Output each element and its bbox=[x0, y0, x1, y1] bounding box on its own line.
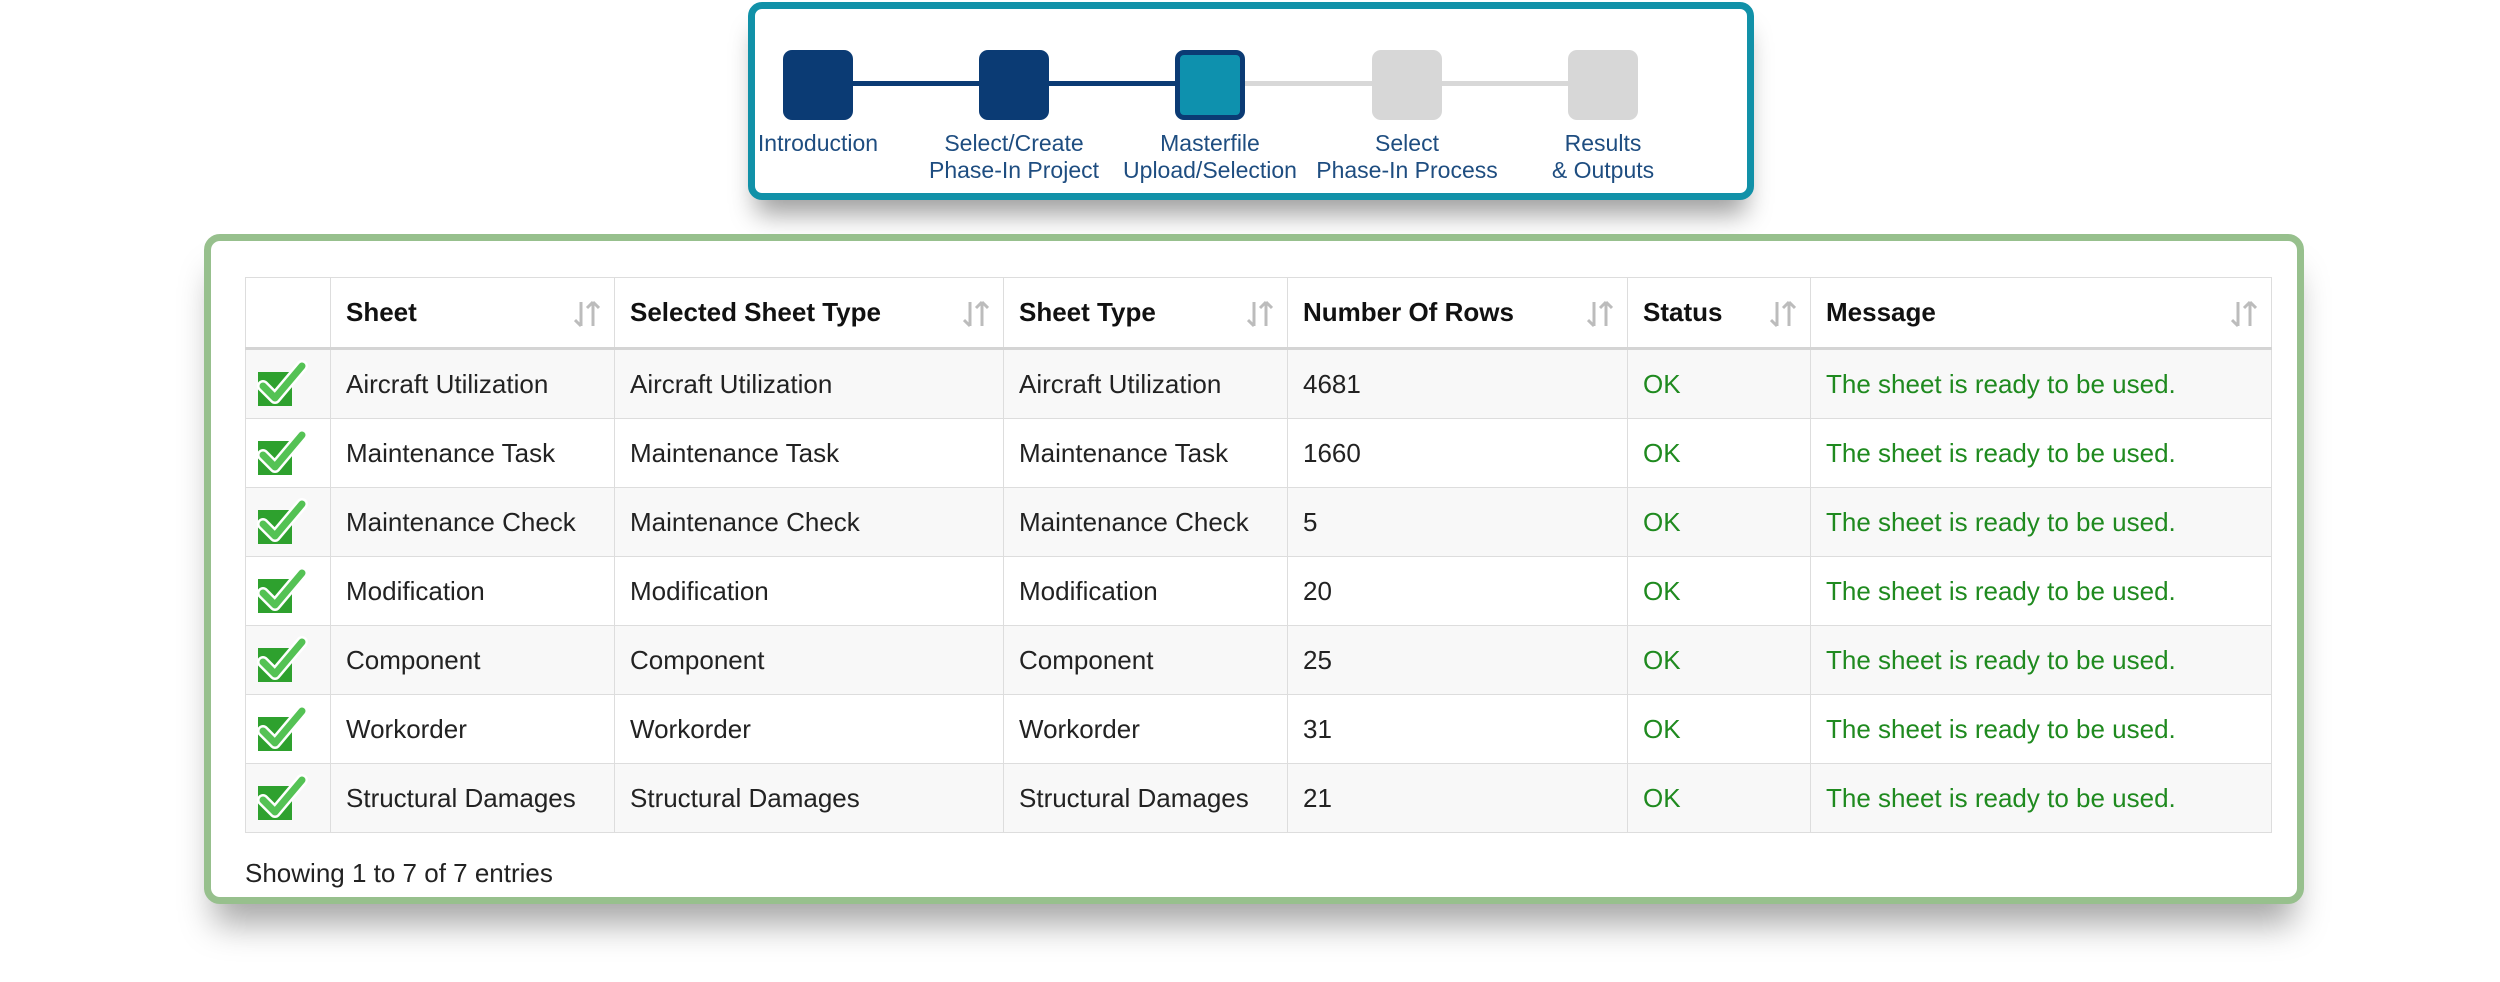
checkmark-icon bbox=[256, 498, 320, 546]
table-row[interactable]: Maintenance Task Maintenance Task Maintena… bbox=[245, 418, 2272, 488]
column-header-number-of-rows[interactable]: Number Of Rows bbox=[1287, 277, 1628, 350]
cell-selected-sheet-type: Maintenance Task bbox=[614, 418, 1004, 488]
step-label: Select Phase-In Process bbox=[1316, 130, 1498, 183]
step-marker bbox=[1568, 50, 1638, 120]
cell-status: OK bbox=[1627, 625, 1811, 695]
row-status-cell bbox=[245, 694, 331, 764]
table-row[interactable]: Maintenance Check Maintenance Check Mainte… bbox=[245, 487, 2272, 557]
table-row[interactable]: Component Component Component 25 OK The sheet… bbox=[245, 625, 2272, 695]
cell-sheet-type: Maintenance Task bbox=[1003, 418, 1288, 488]
cell-message: The sheet is ready to be used. bbox=[1810, 348, 2272, 419]
sort-icon bbox=[1770, 300, 1796, 328]
table-info: Showing 1 to 7 of 7 entries bbox=[245, 858, 553, 888]
cell-status: OK bbox=[1627, 418, 1811, 488]
sort-icon bbox=[574, 300, 600, 328]
sort-icon bbox=[963, 300, 989, 328]
cell-message: The sheet is ready to be used. bbox=[1810, 556, 2272, 626]
cell-number-of-rows: 25 bbox=[1287, 625, 1628, 695]
cell-status: OK bbox=[1627, 556, 1811, 626]
cell-selected-sheet-type: Structural Damages bbox=[614, 763, 1004, 833]
cell-status: OK bbox=[1627, 694, 1811, 764]
checkmark-icon bbox=[256, 360, 320, 408]
table-row[interactable]: Modification Modification Modification 20 OK… bbox=[245, 556, 2272, 626]
row-status-cell bbox=[245, 418, 331, 488]
step-marker bbox=[979, 50, 1049, 120]
cell-sheet: Workorder bbox=[330, 694, 615, 764]
cell-selected-sheet-type: Maintenance Check bbox=[614, 487, 1004, 557]
row-status-cell bbox=[245, 556, 331, 626]
cell-selected-sheet-type: Component bbox=[614, 625, 1004, 695]
cell-number-of-rows: 31 bbox=[1287, 694, 1628, 764]
cell-selected-sheet-type: Modification bbox=[614, 556, 1004, 626]
sort-icon bbox=[1587, 300, 1613, 328]
step-label: Introduction bbox=[757, 130, 879, 156]
cell-number-of-rows: 21 bbox=[1287, 763, 1628, 833]
checkmark-icon bbox=[256, 774, 320, 822]
checkmark-icon bbox=[256, 636, 320, 684]
step-label: Masterfile Upload/Selection bbox=[1123, 130, 1297, 183]
sort-icon bbox=[2231, 300, 2257, 328]
step-marker bbox=[1372, 50, 1442, 120]
cell-number-of-rows: 20 bbox=[1287, 556, 1628, 626]
table-row[interactable]: Structural Damages Structural Damages Stru… bbox=[245, 763, 2272, 833]
table-row[interactable]: Aircraft Utilization Aircraft Utilization… bbox=[245, 348, 2272, 419]
step-marker-current bbox=[1175, 50, 1245, 120]
cell-message: The sheet is ready to be used. bbox=[1810, 694, 2272, 764]
cell-selected-sheet-type: Aircraft Utilization bbox=[614, 348, 1004, 419]
checkmark-icon bbox=[256, 567, 320, 615]
sheets-panel: Sheet Selected Sheet Type Sheet Type Num… bbox=[204, 234, 2304, 904]
cell-sheet: Modification bbox=[330, 556, 615, 626]
step-label: Select/Create Phase-In Project bbox=[928, 130, 1100, 183]
sheets-table: Sheet Selected Sheet Type Sheet Type Num… bbox=[245, 277, 2272, 833]
column-header-sheet[interactable]: Sheet bbox=[330, 277, 615, 350]
cell-number-of-rows: 1660 bbox=[1287, 418, 1628, 488]
column-header-sheet-type[interactable]: Sheet Type bbox=[1003, 277, 1288, 350]
cell-sheet: Component bbox=[330, 625, 615, 695]
cell-sheet-type: Structural Damages bbox=[1003, 763, 1288, 833]
cell-sheet: Structural Damages bbox=[330, 763, 615, 833]
progress-stepper: Introduction Select/Create Phase-In Proj… bbox=[748, 2, 1754, 200]
cell-message: The sheet is ready to be used. bbox=[1810, 625, 2272, 695]
cell-message: The sheet is ready to be used. bbox=[1810, 418, 2272, 488]
column-header-select bbox=[245, 277, 331, 350]
cell-sheet-type: Modification bbox=[1003, 556, 1288, 626]
table-header-row: Sheet Selected Sheet Type Sheet Type Num… bbox=[245, 277, 2272, 350]
row-status-cell bbox=[245, 625, 331, 695]
column-header-status[interactable]: Status bbox=[1627, 277, 1811, 350]
cell-sheet: Aircraft Utilization bbox=[330, 348, 615, 419]
cell-number-of-rows: 4681 bbox=[1287, 348, 1628, 419]
cell-sheet: Maintenance Task bbox=[330, 418, 615, 488]
cell-message: The sheet is ready to be used. bbox=[1810, 763, 2272, 833]
row-status-cell bbox=[245, 348, 331, 419]
cell-sheet-type: Maintenance Check bbox=[1003, 487, 1288, 557]
checkmark-icon bbox=[256, 429, 320, 477]
cell-status: OK bbox=[1627, 348, 1811, 419]
cell-message: The sheet is ready to be used. bbox=[1810, 487, 2272, 557]
cell-sheet: Maintenance Check bbox=[330, 487, 615, 557]
cell-sheet-type: Component bbox=[1003, 625, 1288, 695]
cell-status: OK bbox=[1627, 487, 1811, 557]
step-label: Results & Outputs bbox=[1551, 130, 1655, 183]
cell-sheet-type: Aircraft Utilization bbox=[1003, 348, 1288, 419]
row-status-cell bbox=[245, 763, 331, 833]
cell-sheet-type: Workorder bbox=[1003, 694, 1288, 764]
cell-status: OK bbox=[1627, 763, 1811, 833]
step-marker bbox=[783, 50, 853, 120]
table-row[interactable]: Workorder Workorder Workorder 31 OK The sheet… bbox=[245, 694, 2272, 764]
row-status-cell bbox=[245, 487, 331, 557]
cell-selected-sheet-type: Workorder bbox=[614, 694, 1004, 764]
sort-icon bbox=[1247, 300, 1273, 328]
column-header-selected-sheet-type[interactable]: Selected Sheet Type bbox=[614, 277, 1004, 350]
checkmark-icon bbox=[256, 705, 320, 753]
cell-number-of-rows: 5 bbox=[1287, 487, 1628, 557]
column-header-message[interactable]: Message bbox=[1810, 277, 2272, 350]
